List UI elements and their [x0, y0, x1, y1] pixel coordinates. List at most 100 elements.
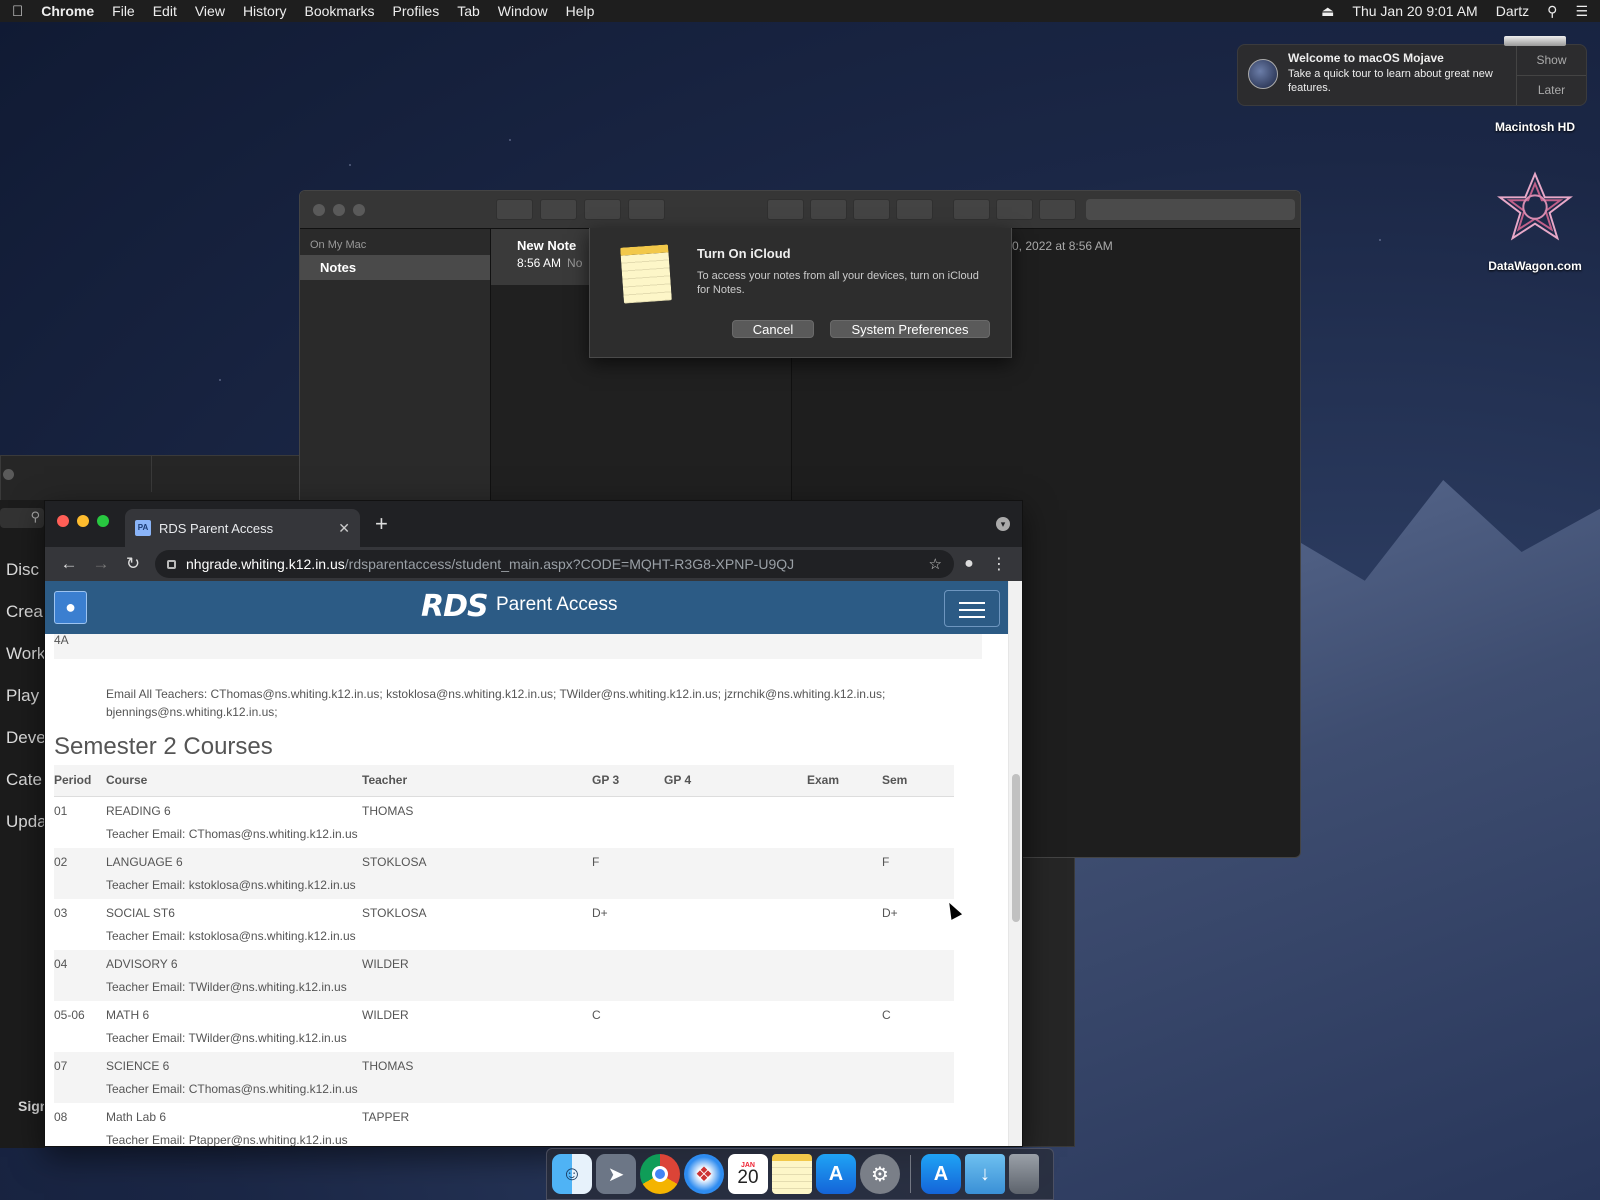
cell-exam: [807, 949, 882, 1001]
forward-button[interactable]: →: [85, 554, 117, 574]
cell-teacher-text: STOKLOSA: [362, 905, 427, 920]
media-button[interactable]: [953, 199, 990, 220]
clock[interactable]: Thu Jan 20 9:01 AM: [1352, 3, 1477, 19]
menu-view[interactable]: View: [195, 3, 225, 19]
scrollbar-thumb[interactable]: [1012, 774, 1020, 922]
bookmark-star-icon[interactable]: ☆: [929, 555, 942, 573]
chrome-icon[interactable]: [640, 1154, 680, 1194]
teacher-email-link[interactable]: Teacher Email: CThomas@ns.whiting.k12.in…: [106, 1082, 362, 1096]
reload-button[interactable]: ↻: [117, 554, 149, 574]
cell-period: 04: [54, 949, 106, 1001]
cell-gp3: D+: [592, 899, 664, 950]
app-store-icon[interactable]: A: [816, 1154, 856, 1194]
delete-note-button[interactable]: [584, 199, 621, 220]
menu-history[interactable]: History: [243, 3, 287, 19]
mojave-icon: [1248, 59, 1278, 89]
sidebar-item-updates[interactable]: Upda: [6, 812, 45, 832]
chrome-menu-icon[interactable]: ⋮: [984, 554, 1014, 574]
window-minimize-button[interactable]: [333, 204, 345, 216]
sidebar-item-develop[interactable]: Deve: [6, 728, 45, 748]
parents-group-icon[interactable]: ●: [54, 591, 87, 624]
new-note-button[interactable]: [628, 199, 665, 220]
notification-center-icon[interactable]: ☰: [1575, 3, 1588, 20]
sidebar-item-categories[interactable]: Cate: [6, 770, 42, 790]
close-tab-icon[interactable]: ✕: [338, 520, 350, 537]
tab-search-icon[interactable]: ▾: [996, 517, 1010, 531]
teacher-email-link[interactable]: Teacher Email: kstoklosa@ns.whiting.k12.…: [106, 878, 362, 892]
format-button[interactable]: [896, 199, 933, 220]
menu-tab[interactable]: Tab: [457, 3, 480, 19]
window-close-button[interactable]: [313, 204, 325, 216]
cell-period: 03: [54, 899, 106, 950]
teacher-email-link[interactable]: Teacher Email: TWilder@ns.whiting.k12.in…: [106, 980, 362, 994]
sidebar-section-label: On My Mac: [310, 239, 367, 251]
launchpad-icon[interactable]: ➤: [596, 1154, 636, 1194]
lock-icon[interactable]: [167, 559, 176, 569]
apple-menu-icon[interactable]: : [12, 3, 23, 20]
window-zoom-button[interactable]: [353, 204, 365, 216]
checklist-button[interactable]: [853, 199, 890, 220]
finder-icon[interactable]: ☺: [552, 1154, 592, 1194]
calendar-icon[interactable]: JAN 20: [728, 1154, 768, 1194]
sidebar-item-create[interactable]: Crea: [6, 602, 43, 622]
teacher-email-link[interactable]: Teacher Email: Ptapper@ns.whiting.k12.in…: [106, 1133, 362, 1147]
menu-window[interactable]: Window: [498, 3, 548, 19]
notes-icon[interactable]: [772, 1154, 812, 1194]
table-button[interactable]: [810, 199, 847, 220]
share-button[interactable]: [1039, 199, 1076, 220]
menu-profiles[interactable]: Profiles: [393, 3, 440, 19]
back-button[interactable]: ←: [53, 554, 85, 574]
new-tab-button[interactable]: +: [375, 513, 388, 535]
menu-edit[interactable]: Edit: [153, 3, 177, 19]
hamburger-menu-icon[interactable]: [944, 590, 1000, 627]
app-store-icon[interactable]: A: [921, 1154, 961, 1194]
sidebar-folder-notes[interactable]: Notes: [300, 255, 490, 280]
desktop-icon-macintosh-hd[interactable]: Macintosh HD: [1480, 36, 1590, 134]
teacher-email-link[interactable]: Teacher Email: kstoklosa@ns.whiting.k12.…: [106, 929, 362, 943]
cell-course-text: LANGUAGE 6: [106, 854, 183, 869]
sidebar-item-work[interactable]: Work: [6, 644, 45, 664]
teacher-email-link[interactable]: Teacher Email: TWilder@ns.whiting.k12.in…: [106, 1031, 362, 1045]
address-bar[interactable]: nhgrade.whiting.k12.in.us/rdsparentacces…: [155, 550, 954, 578]
cell-sem: F: [882, 847, 954, 899]
cell-gp3: F: [592, 847, 664, 899]
desktop-icon-datawagon[interactable]: DataWagon.com: [1480, 170, 1590, 273]
tab-rds-parent-access[interactable]: PA RDS Parent Access ✕: [125, 509, 360, 547]
spotlight-search-icon[interactable]: ⚲: [1547, 3, 1557, 20]
safari-icon[interactable]: ❖: [684, 1154, 724, 1194]
page-scrollbar[interactable]: [1008, 581, 1022, 1146]
system-preferences-button[interactable]: System Preferences: [830, 320, 990, 338]
user-menu[interactable]: Dartz: [1496, 3, 1529, 19]
lock-button[interactable]: [767, 199, 804, 220]
sidebar-item-play[interactable]: Play: [6, 686, 39, 706]
system-preferences-icon[interactable]: ⚙: [860, 1154, 900, 1194]
trash-icon[interactable]: [1009, 1154, 1039, 1194]
teacher-email-link[interactable]: Teacher Email: CThomas@ns.whiting.k12.in…: [106, 827, 362, 841]
cell-period: 01: [54, 796, 106, 848]
window-close-button[interactable]: [3, 469, 14, 480]
menu-help[interactable]: Help: [566, 3, 595, 19]
notes-search-input[interactable]: [1086, 199, 1295, 220]
window-minimize-button[interactable]: [77, 515, 89, 527]
cancel-button[interactable]: Cancel: [732, 320, 814, 338]
url-host: nhgrade.whiting.k12.in.us: [186, 556, 345, 572]
cell-gp3-text: C: [592, 1007, 601, 1022]
add-people-button[interactable]: [996, 199, 1033, 220]
window-zoom-button[interactable]: [97, 515, 109, 527]
sidebar-search-field[interactable]: ⚲: [0, 508, 44, 528]
sidebar-sign-in[interactable]: Sign: [18, 1098, 45, 1114]
eject-icon[interactable]: ⏏: [1321, 3, 1334, 20]
cell-teacher-text: TAPPER: [362, 1109, 410, 1124]
sidebar-item-discover[interactable]: Disc: [6, 560, 39, 580]
menu-app-name[interactable]: Chrome: [41, 3, 94, 19]
menu-file[interactable]: File: [112, 3, 135, 19]
menu-bookmarks[interactable]: Bookmarks: [305, 3, 375, 19]
hard-drive-icon: [1504, 36, 1566, 46]
gallery-view-button[interactable]: [540, 199, 577, 220]
profile-avatar-icon[interactable]: ●: [954, 555, 984, 573]
downloads-folder-icon[interactable]: ↓: [965, 1154, 1005, 1194]
page-content: 4A Email All Teachers: CThomas@ns.whitin…: [45, 633, 1010, 1147]
toggle-sidebar-button[interactable]: [496, 199, 533, 220]
window-close-button[interactable]: [57, 515, 69, 527]
email-all-teachers[interactable]: Email All Teachers: CThomas@ns.whiting.k…: [54, 659, 934, 721]
